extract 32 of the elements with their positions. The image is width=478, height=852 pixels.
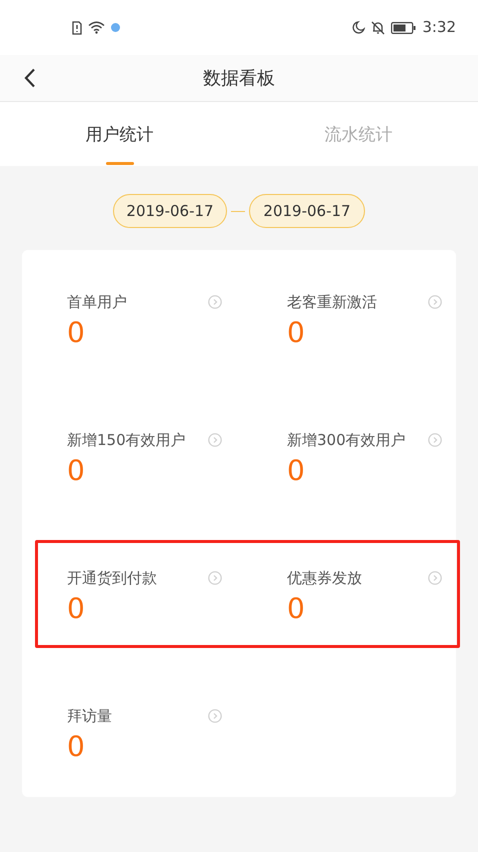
stat-value: 0: [67, 316, 85, 350]
stat-label: 开通货到付款: [67, 568, 157, 589]
chevron-circle-icon: [208, 709, 222, 724]
stat-value: 0: [287, 316, 305, 350]
chevron-circle-icon: [208, 571, 222, 586]
page-title: 数据看板: [203, 66, 275, 90]
tab[interactable]: 用户统计: [86, 122, 154, 148]
stat-label: 新增300有效用户: [287, 430, 406, 451]
stat-value: 0: [67, 730, 85, 764]
sim-alert-icon: [72, 20, 82, 34]
start-date-pill[interactable]: 2019-06-17: [113, 194, 227, 228]
stat-label: 新增150有效用户: [67, 430, 186, 451]
stat-label: 拜访量: [67, 706, 112, 727]
stat-value: 0: [67, 592, 85, 626]
wifi-icon: [88, 21, 105, 34]
battery-icon: [391, 22, 416, 34]
stat-label: 优惠券发放: [287, 568, 362, 589]
chevron-circle-icon: [208, 295, 222, 310]
chevron-circle-icon: [428, 295, 442, 310]
stat-label: 老客重新激活: [287, 292, 377, 313]
bell-muted-icon: [371, 20, 386, 34]
chevron-circle-icon: [428, 433, 442, 448]
stat-value: 0: [287, 592, 305, 626]
clock-time: 3:32: [422, 17, 456, 38]
chevron-circle-icon: [208, 433, 222, 448]
moon-icon: [352, 21, 366, 34]
stat-label: 首单用户: [67, 292, 127, 313]
back-icon[interactable]: [24, 68, 36, 88]
end-date-pill[interactable]: 2019-06-17: [249, 194, 365, 228]
stat-value: 0: [287, 454, 305, 488]
chevron-circle-icon: [428, 571, 442, 586]
stat-value: 0: [67, 454, 85, 488]
